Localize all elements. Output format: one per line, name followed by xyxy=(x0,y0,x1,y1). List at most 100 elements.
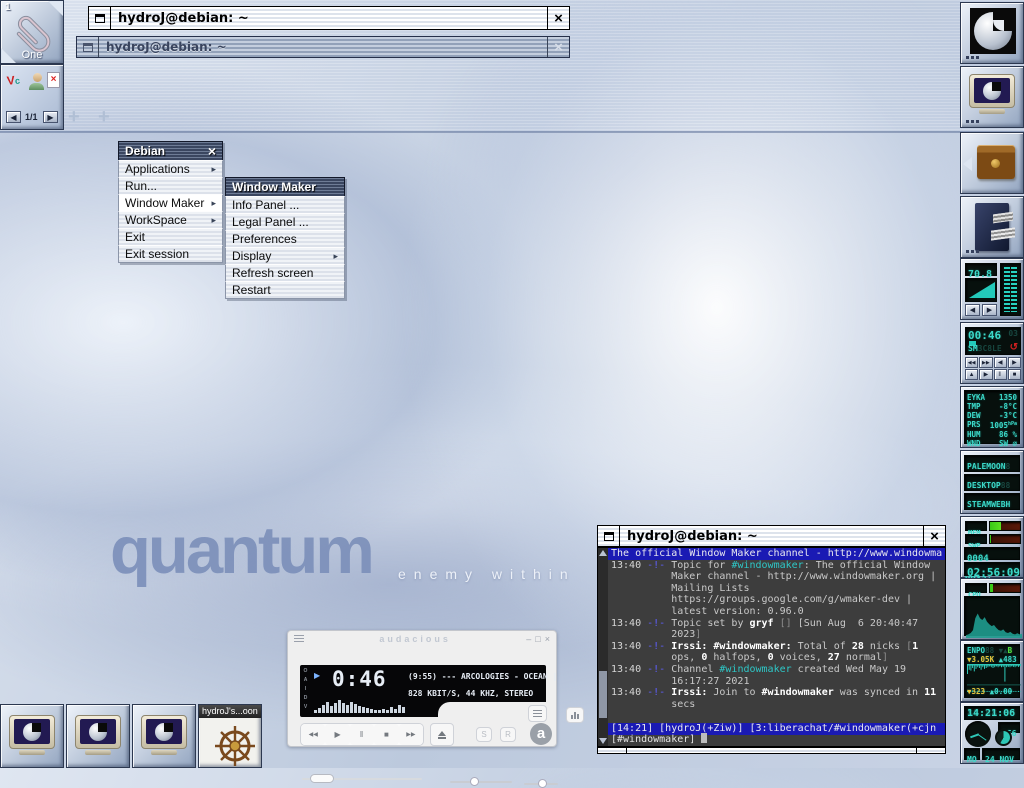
clutterbar[interactable]: O A I D V xyxy=(302,667,309,715)
mixer-next-channel-button[interactable]: ▶ xyxy=(982,304,997,316)
dock-player-remote-dockapp[interactable]: 00:46 03 SM3C8LE ↺ xyxy=(960,322,1024,384)
workspace-clip[interactable]: 1 One xyxy=(0,0,64,64)
net-tx-total: ▲0.00 xyxy=(990,687,1013,696)
resize-bar[interactable] xyxy=(597,747,946,754)
menu-item-preferences[interactable]: Preferences xyxy=(225,230,345,248)
miniwindow-app[interactable]: hydroJ's...oon xyxy=(198,704,262,768)
terminal-window-shaded-unfocused[interactable]: hydroJ@debian: ~ xyxy=(76,36,570,58)
close-icon xyxy=(930,529,939,544)
menu-item-applications[interactable]: Applications▸ xyxy=(118,160,223,178)
player-menu-icon[interactable] xyxy=(294,633,304,644)
menu-item-window-maker[interactable]: Window Maker▸ xyxy=(118,194,223,212)
pause-button[interactable] xyxy=(350,724,374,745)
seek-slider[interactable] xyxy=(302,778,422,780)
irc-terminal-window[interactable]: hydroJ@debian: ~ The official Window Mak… xyxy=(597,525,946,754)
dock-sysmon-dockapp[interactable]: MEM SWP 0004 days, 02:56:09 xyxy=(960,516,1024,578)
dock-clock-dockapp[interactable]: 88:88:88 14:21:06 556 MO 24 NOV xyxy=(960,702,1024,764)
document-delete-icon[interactable]: × xyxy=(47,72,60,88)
dock-drawer-appicon[interactable] xyxy=(960,132,1024,194)
miniwindow-terminal-3[interactable] xyxy=(132,704,196,768)
drawer-prev-button[interactable]: ◀ xyxy=(6,111,21,123)
net-tx-rate: ▲483 xyxy=(999,655,1017,664)
menu-item-exit-session[interactable]: Exit session xyxy=(118,245,223,263)
scroll-down-icon[interactable] xyxy=(599,738,607,744)
volume-knob[interactable] xyxy=(470,777,479,786)
workspace-name: One xyxy=(1,49,63,61)
remote-stop-button[interactable] xyxy=(1008,369,1021,380)
maximize-icon[interactable] xyxy=(535,634,540,644)
dock-terminal-appicon[interactable] xyxy=(960,66,1024,128)
submenu-titlebar[interactable]: Window Maker xyxy=(225,177,345,197)
menu-item-legal-panel[interactable]: Legal Panel ... xyxy=(225,213,345,231)
miniwindow-terminal-2[interactable] xyxy=(66,704,130,768)
close-icon xyxy=(554,11,563,26)
remote-rewind-button[interactable] xyxy=(994,357,1007,368)
playlist-button[interactable] xyxy=(528,705,547,722)
audacious-player-window[interactable]: audacious O A I D V ▶ 0:46 (9:55) --- AR… xyxy=(287,630,557,747)
seek-thumb[interactable] xyxy=(310,774,334,783)
terminal-window-shaded-focused[interactable]: hydroJ@debian: ~ xyxy=(88,6,570,30)
drawer-dockapp[interactable]: Vc × ◀ 1/1 ▶ xyxy=(0,64,64,130)
play-button[interactable] xyxy=(325,724,349,745)
launcher-steamwebhelper[interactable]: STEAMWEBH xyxy=(964,493,1020,510)
miniwindow-terminal-1[interactable] xyxy=(0,704,64,768)
dock-filecabinet-appicon[interactable] xyxy=(960,196,1024,258)
previous-button[interactable] xyxy=(301,724,325,745)
dock-mixer-dockapp[interactable]: 70.8 ◀ ▶ xyxy=(960,258,1024,320)
miniaturize-button[interactable] xyxy=(77,37,99,57)
remote-forward-button[interactable] xyxy=(1008,357,1021,368)
repeat-button[interactable]: R xyxy=(500,727,516,742)
menu-item-restart[interactable]: Restart xyxy=(225,281,345,299)
menu-item-refresh-screen[interactable]: Refresh screen xyxy=(225,264,345,282)
irc-input-line[interactable]: [#windowmaker] xyxy=(608,733,945,746)
miniaturize-button[interactable] xyxy=(89,7,111,29)
dock-windowmaker-appicon[interactable] xyxy=(960,2,1024,64)
drawer-next-button[interactable]: ▶ xyxy=(43,111,58,123)
irc-titlebar[interactable]: hydroJ@debian: ~ xyxy=(597,525,946,547)
remote-prev-button[interactable] xyxy=(965,357,978,368)
scrollbar[interactable] xyxy=(598,548,608,746)
root-menu-titlebar[interactable]: Debian xyxy=(118,141,223,161)
close-button[interactable] xyxy=(547,7,569,29)
menu-close-icon[interactable] xyxy=(208,143,216,159)
menu-item-info-panel[interactable]: Info Panel ... xyxy=(225,196,345,214)
transport-controls xyxy=(300,723,424,746)
dock-network-dockapp[interactable]: ENPO88 ▼▲B ▼3.05K ▲483 ▼323 ▲0.00 xyxy=(960,640,1024,702)
menu-item-workspace[interactable]: WorkSpace▸ xyxy=(118,211,223,229)
drawer-open-arrow-icon[interactable] xyxy=(963,157,972,171)
dock-cpu-dockapp[interactable]: CPU xyxy=(960,578,1024,640)
player-app-title: audacious xyxy=(304,634,526,644)
remote-next-button[interactable] xyxy=(979,357,992,368)
remote-eject-button[interactable] xyxy=(965,369,978,380)
menu-item-run[interactable]: Run... xyxy=(118,177,223,195)
vc-logo-icon[interactable]: Vc xyxy=(6,72,25,91)
close-button[interactable] xyxy=(547,37,569,57)
next-button[interactable] xyxy=(399,724,423,745)
scroll-up-icon[interactable] xyxy=(599,550,607,556)
launcher-palemoon[interactable]: PALEMOON8 xyxy=(964,455,1020,472)
miniaturize-button[interactable] xyxy=(598,526,620,546)
remote-play-button[interactable] xyxy=(979,369,992,380)
eject-button[interactable] xyxy=(430,723,454,746)
volume-slider[interactable] xyxy=(450,781,512,783)
menu-item-exit[interactable]: Exit xyxy=(118,228,223,246)
close-icon[interactable] xyxy=(545,634,550,644)
close-button[interactable] xyxy=(923,526,945,546)
remote-pause-button[interactable] xyxy=(994,369,1007,380)
scroll-thumb[interactable] xyxy=(599,671,607,719)
minimize-icon[interactable] xyxy=(526,634,531,644)
dock-weather-dockapp[interactable]: EYKA1350 TMP-8°C DEW-3°C PRS1005hPa HUM8… xyxy=(960,386,1024,448)
shuffle-button[interactable]: S xyxy=(476,727,492,742)
menu-item-display[interactable]: Display▸ xyxy=(225,247,345,265)
stop-button[interactable] xyxy=(374,724,398,745)
contact-icon[interactable] xyxy=(29,73,45,90)
weather-humidity-label: HUM xyxy=(967,430,981,439)
player-titlebar[interactable]: audacious xyxy=(288,631,556,646)
balance-knob[interactable] xyxy=(538,779,547,788)
mixer-volume-ramp[interactable] xyxy=(965,278,997,302)
launcher-desktop[interactable]: DESKTOP88 xyxy=(964,474,1020,491)
mixer-prev-channel-button[interactable]: ◀ xyxy=(965,304,980,316)
irc-topic-bar: The official Window Maker channel - http… xyxy=(608,548,945,560)
equalizer-button[interactable] xyxy=(566,707,584,723)
balance-slider[interactable] xyxy=(524,783,558,785)
